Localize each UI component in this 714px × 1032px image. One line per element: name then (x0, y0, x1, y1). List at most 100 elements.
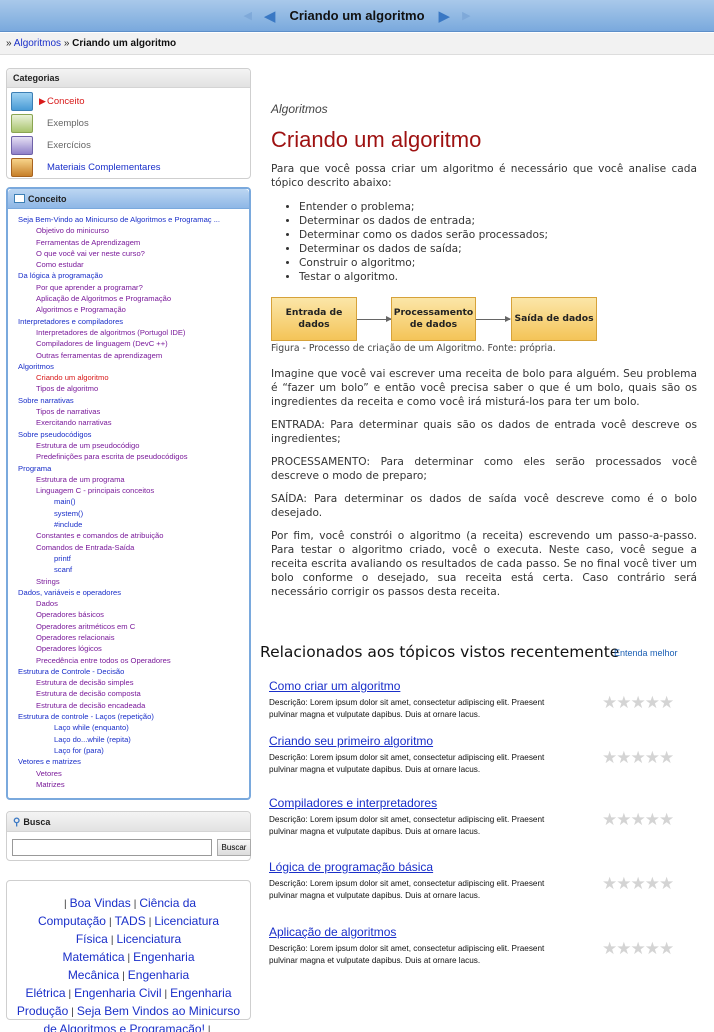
tree-item[interactable]: Ferramentas de Aprendizagem (8, 237, 249, 248)
tree-item[interactable]: Operadores aritméticos em C (8, 621, 249, 632)
tree-item[interactable]: Operadores relacionais (8, 632, 249, 643)
breadcrumb-link-algoritmos[interactable]: Algoritmos (14, 38, 61, 49)
rating-stars-icon[interactable]: ★★★★★ (602, 810, 674, 830)
tree-item[interactable]: Tipos de algoritmo (8, 383, 249, 394)
tree-item[interactable]: Sobre narrativas (8, 395, 249, 406)
tree-item[interactable]: Aplicação de Algoritmos e Programação (8, 293, 249, 304)
search-input[interactable] (12, 839, 212, 856)
tree-item[interactable]: Estrutura de decisão simples (8, 677, 249, 688)
course-link[interactable]: Boa Vindas (70, 896, 131, 910)
tree-item[interactable]: Laço while (enquanto) (8, 722, 249, 733)
tree-item[interactable]: Vetores e matrizes (8, 756, 249, 767)
tree-item[interactable]: #include (8, 519, 249, 530)
steps-list: Entender o problema; Determinar os dados… (299, 200, 697, 284)
tree-item[interactable]: Vetores (8, 768, 249, 779)
concept-panel: Conceito Seja Bem-Vindo ao Minicurso de … (6, 187, 251, 800)
tree-item[interactable]: Exercitando narrativas (8, 417, 249, 428)
related-item-link[interactable]: Compiladores e interpretadores (269, 796, 689, 810)
last-arrow-icon[interactable]: ▶ (462, 9, 470, 22)
tree-item[interactable]: Programa (8, 463, 249, 474)
tree-item[interactable]: Estrutura de controle - Laços (repetição… (8, 711, 249, 722)
search-header: ⚲ Busca (7, 812, 250, 832)
link-separator: | (133, 899, 137, 910)
tree-item[interactable]: Strings (8, 576, 249, 587)
rating-stars-icon[interactable]: ★★★★★ (602, 874, 674, 894)
rating-stars-icon[interactable]: ★★★★★ (602, 939, 674, 959)
tree-item[interactable]: Dados, variáveis e operadores (8, 587, 249, 598)
list-item: Determinar os dados de saída; (299, 242, 697, 256)
tree-item[interactable]: O que você vai ver neste curso? (8, 248, 249, 259)
tree-item[interactable]: Outras ferramentas de aprendizagem (8, 350, 249, 361)
related-item-link[interactable]: Como criar um algoritmo (269, 679, 689, 693)
next-arrow-icon[interactable]: ▶ (439, 7, 451, 25)
related-title: Relacionados aos tópicos vistos recentem… (260, 643, 620, 661)
tree-item[interactable]: Estrutura de Controle - Decisão (8, 666, 249, 677)
tree-item[interactable]: Criando um algoritmo (8, 372, 249, 383)
course-link[interactable]: Engenharia Civil (74, 986, 161, 1000)
link-separator: | (110, 935, 114, 946)
category-materiais[interactable]: Materiais Complementares (7, 156, 250, 178)
tree-item[interactable]: Constantes e comandos de atribuição (8, 530, 249, 541)
category-label: Exemplos (47, 117, 89, 129)
related-item-link[interactable]: Criando seu primeiro algoritmo (269, 734, 689, 748)
book-icon (11, 91, 33, 111)
rating-stars-icon[interactable]: ★★★★★ (602, 693, 674, 713)
tree-item[interactable]: Operadores lógicos (8, 643, 249, 654)
tree-item[interactable]: Estrutura de decisão encadeada (8, 700, 249, 711)
magnifier-icon: ⚲ (13, 817, 21, 828)
figure-caption: Figura - Processo de criação de um Algor… (271, 343, 556, 354)
arrow-right-icon: ▶ (39, 95, 46, 106)
tree-item[interactable]: Tipos de narrativas (8, 406, 249, 417)
categories-panel: Categorias ▶ Conceito Exemplos Exercício… (6, 68, 251, 179)
related-item-link[interactable]: Aplicação de algoritmos (269, 925, 689, 939)
tree-item[interactable]: Algoritmos (8, 361, 249, 372)
tree-item[interactable]: Matrizes (8, 779, 249, 790)
tree-item[interactable]: printf (8, 553, 249, 564)
list-item: Construir o algoritmo; (299, 256, 697, 270)
tree-item[interactable]: Seja Bem-Vindo ao Minicurso de Algoritmo… (8, 214, 249, 225)
page-title: Criando um algoritmo (271, 127, 482, 152)
first-arrow-icon[interactable]: ◀ (243, 9, 251, 22)
tree-item[interactable]: Por que aprender a programar? (8, 282, 249, 293)
category-exercicios[interactable]: Exercícios (7, 134, 250, 156)
tree-item[interactable]: Linguagem C - principais conceitos (8, 485, 249, 496)
related-more-link[interactable]: Entenda melhor (614, 648, 678, 658)
related-item: Lógica de programação básica Descrição: … (269, 860, 689, 902)
tree-item[interactable]: Laço do...while (repita) (8, 734, 249, 745)
search-button[interactable]: Buscar (217, 839, 251, 856)
previous-arrow-icon[interactable]: ◀ (264, 7, 276, 25)
tree-item[interactable]: scanf (8, 564, 249, 575)
tree-item[interactable]: Interpretadores de algoritmos (Portugol … (8, 327, 249, 338)
tree-item[interactable]: Estrutura de um programa (8, 474, 249, 485)
related-item-desc: Descrição: Lorem ipsum dolor sit amet, c… (269, 698, 545, 719)
page-header-title: Criando um algoritmo (289, 8, 425, 23)
breadcrumb: » Algoritmos » Criando um algoritmo (0, 33, 714, 55)
paragraph: PROCESSAMENTO: Para determinar como eles… (271, 456, 697, 482)
tree-item[interactable]: Da lógica à programação (8, 270, 249, 281)
tree-item[interactable]: Estrutura de decisão composta (8, 688, 249, 699)
tree-item[interactable]: Predefinições para escrita de pseudocódi… (8, 451, 249, 462)
link-separator: | (148, 917, 152, 928)
tree-item[interactable]: system() (8, 508, 249, 519)
related-item-link[interactable]: Lógica de programação básica (269, 860, 689, 874)
category-conceito[interactable]: ▶ Conceito (7, 90, 250, 112)
tree-item[interactable]: Objetivo do minicurso (8, 225, 249, 236)
tree-item[interactable]: Algoritmos e Programação (8, 304, 249, 315)
tree-item[interactable]: Sobre pseudocódigos (8, 429, 249, 440)
course-link[interactable]: TADS (115, 914, 146, 928)
tree-item[interactable]: Dados (8, 598, 249, 609)
tree-item[interactable]: Laço for (para) (8, 745, 249, 756)
tree-item[interactable]: Operadores básicos (8, 609, 249, 620)
tree-item[interactable]: Interpretadores e compiladores (8, 316, 249, 327)
search-panel: ⚲ Busca Buscar (6, 811, 251, 861)
tree-item[interactable]: Precedência entre todos os Operadores (8, 655, 249, 666)
tree-item[interactable]: Comandos de Entrada-Saída (8, 542, 249, 553)
rating-stars-icon[interactable]: ★★★★★ (602, 748, 674, 768)
link-separator: | (108, 917, 112, 928)
tree-item[interactable]: Estrutura de um pseudocódigo (8, 440, 249, 451)
tree-item[interactable]: main() (8, 496, 249, 507)
related-item-desc: Descrição: Lorem ipsum dolor sit amet, c… (269, 753, 545, 774)
tree-item[interactable]: Como estudar (8, 259, 249, 270)
category-exemplos[interactable]: Exemplos (7, 112, 250, 134)
tree-item[interactable]: Compiladores de linguagem (DevC ++) (8, 338, 249, 349)
